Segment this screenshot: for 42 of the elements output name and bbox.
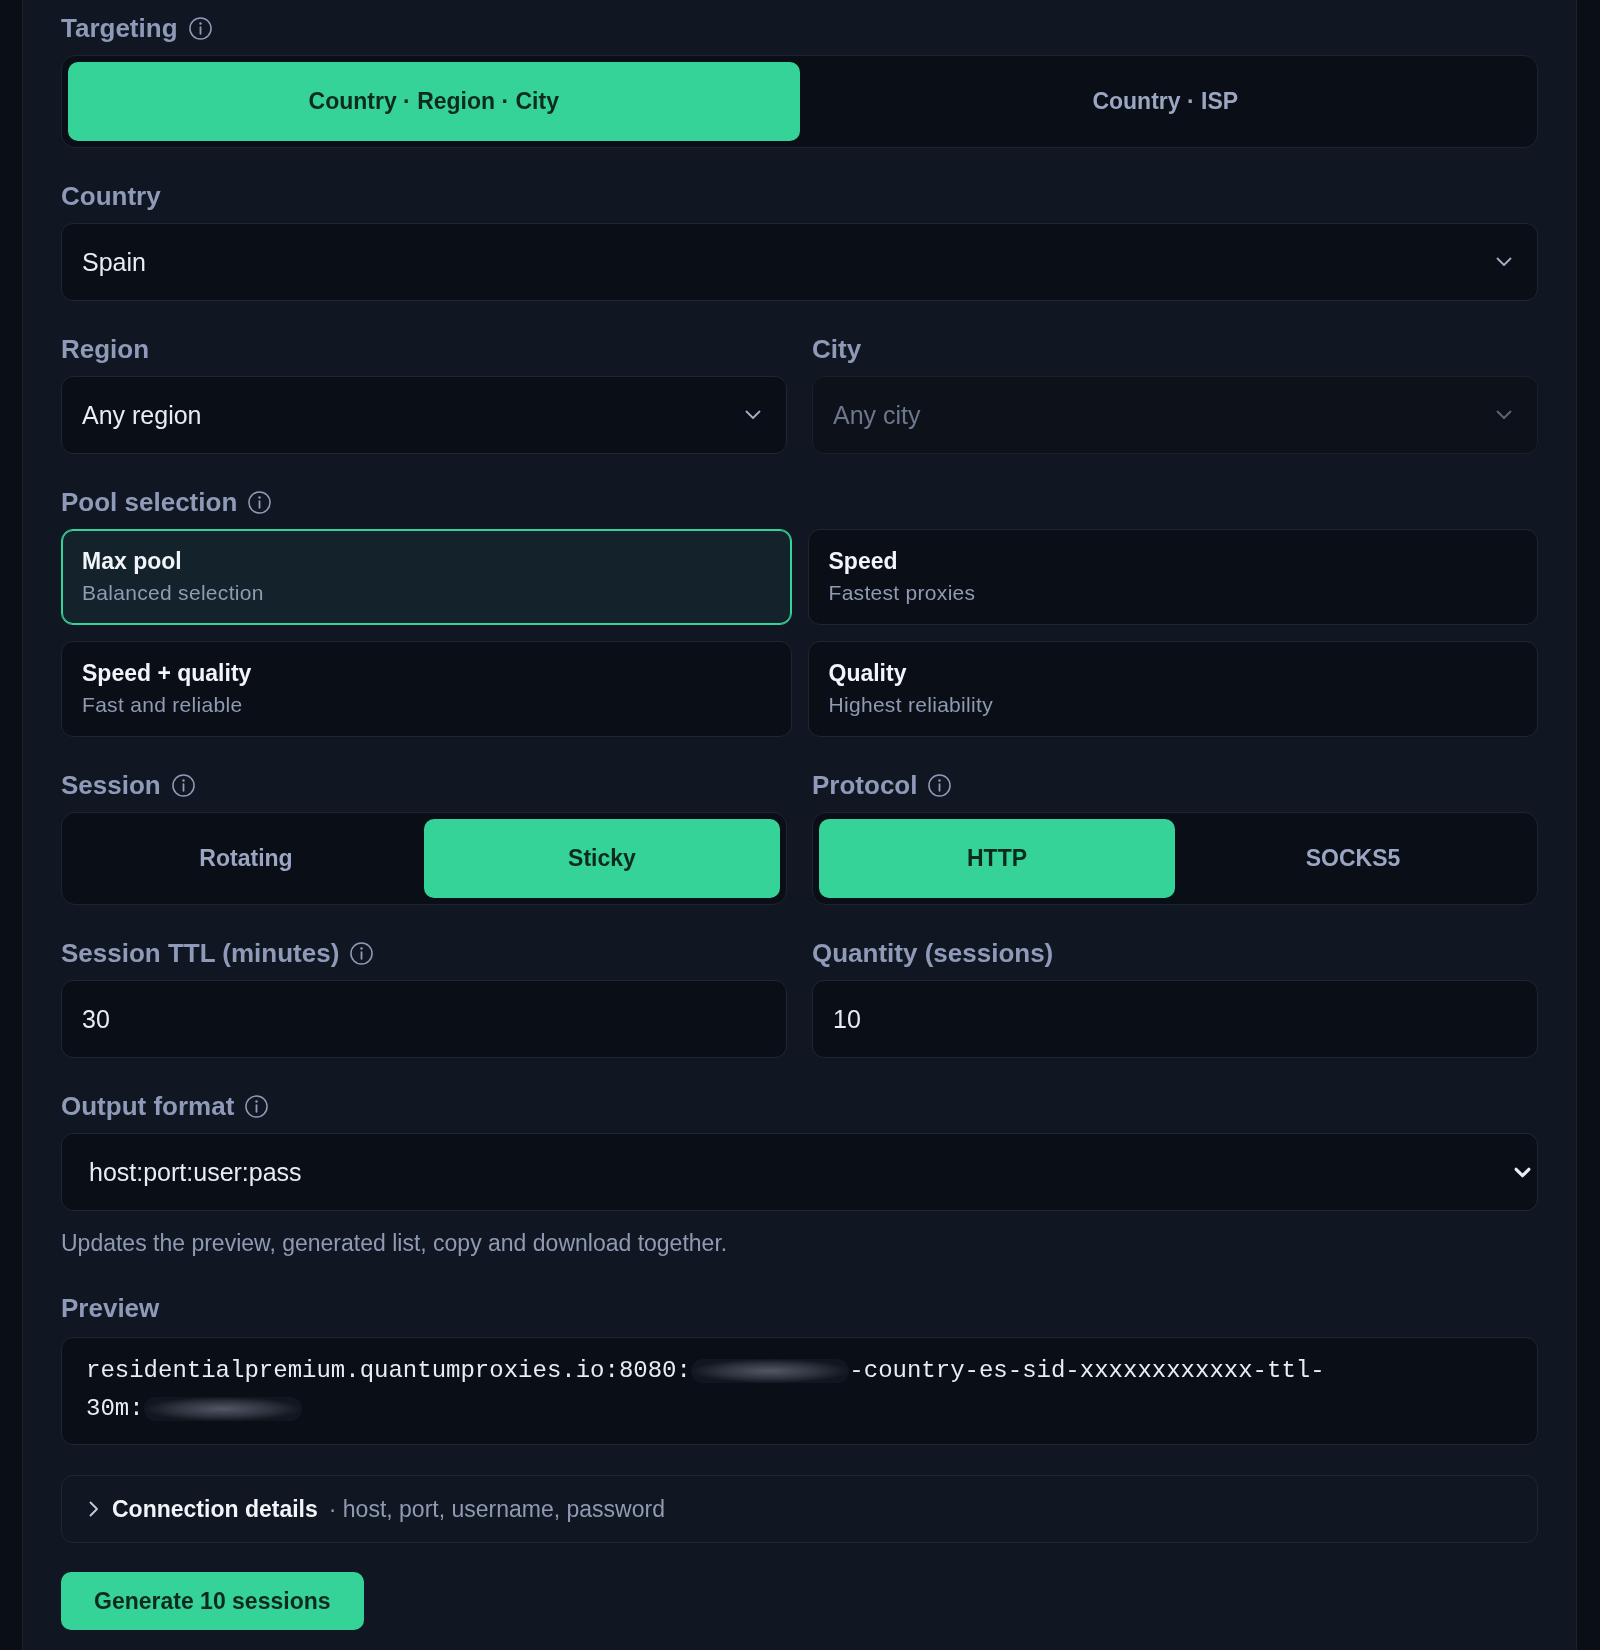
info-icon[interactable]: [171, 773, 195, 797]
info-icon[interactable]: [248, 490, 272, 514]
field-label: Protocol: [812, 770, 918, 800]
chevron-down-icon: [745, 410, 761, 420]
pool-option-card[interactable]: Speed + quality Fast and reliable: [61, 641, 792, 737]
field-label: City: [812, 334, 862, 364]
chevron-down-icon: [1496, 410, 1512, 420]
field-label: Pool selection: [61, 487, 238, 517]
field-label: Targeting: [61, 13, 178, 43]
field-label: Quantity (sessions): [812, 938, 1054, 968]
pool-option-card[interactable]: Speed Fastest proxies: [807, 529, 1538, 625]
chevron-down-icon: [1514, 1166, 1531, 1178]
country-dropdown[interactable]: Spain: [61, 223, 1538, 301]
field-label: Session TTL (minutes): [61, 938, 340, 968]
quantity-input[interactable]: 10: [812, 980, 1538, 1058]
info-icon[interactable]: [350, 941, 374, 965]
ttl-input[interactable]: 30: [61, 980, 787, 1058]
region-dropdown[interactable]: Any region: [61, 376, 787, 454]
connection-details-toggle[interactable]: Connection details · host, port, username, password: [61, 1475, 1538, 1543]
pool-option-card[interactable]: Max pool Balanced selection: [61, 529, 792, 625]
field-label: Session: [61, 770, 161, 800]
field-label: Output format: [61, 1091, 235, 1121]
segment-option[interactable]: Country · Region · City: [68, 62, 800, 141]
segment-option[interactable]: Rotating: [68, 819, 424, 898]
segment-option[interactable]: Sticky: [424, 819, 780, 898]
field-label: Region: [61, 334, 150, 364]
info-icon[interactable]: [245, 1094, 269, 1118]
segment-option[interactable]: Country · ISP: [799, 62, 1531, 141]
chevron-down-icon: [1496, 257, 1512, 267]
segment-option[interactable]: HTTP: [819, 819, 1175, 898]
preview-text: -country-es-sid-xxxxxxxxxxxx-ttl-: [849, 1357, 1325, 1384]
help-text: Updates the preview, generated list, copy and download together.: [61, 1229, 729, 1257]
preview-text: residentialpremium.quantumproxies.io:8080:: [86, 1357, 691, 1384]
field-label: Preview: [61, 1293, 160, 1323]
pool-option-card[interactable]: Quality Highest reliability: [807, 641, 1538, 737]
segment-option[interactable]: SOCKS5: [1175, 819, 1531, 898]
preview-text: 30m:: [86, 1395, 144, 1422]
info-icon[interactable]: [928, 773, 952, 797]
generate-button[interactable]: Generate 10 sessions: [61, 1572, 364, 1630]
info-icon[interactable]: [188, 16, 212, 40]
field-label: Country: [61, 181, 161, 211]
format-select[interactable]: host:port:user:pass: [61, 1133, 1538, 1211]
